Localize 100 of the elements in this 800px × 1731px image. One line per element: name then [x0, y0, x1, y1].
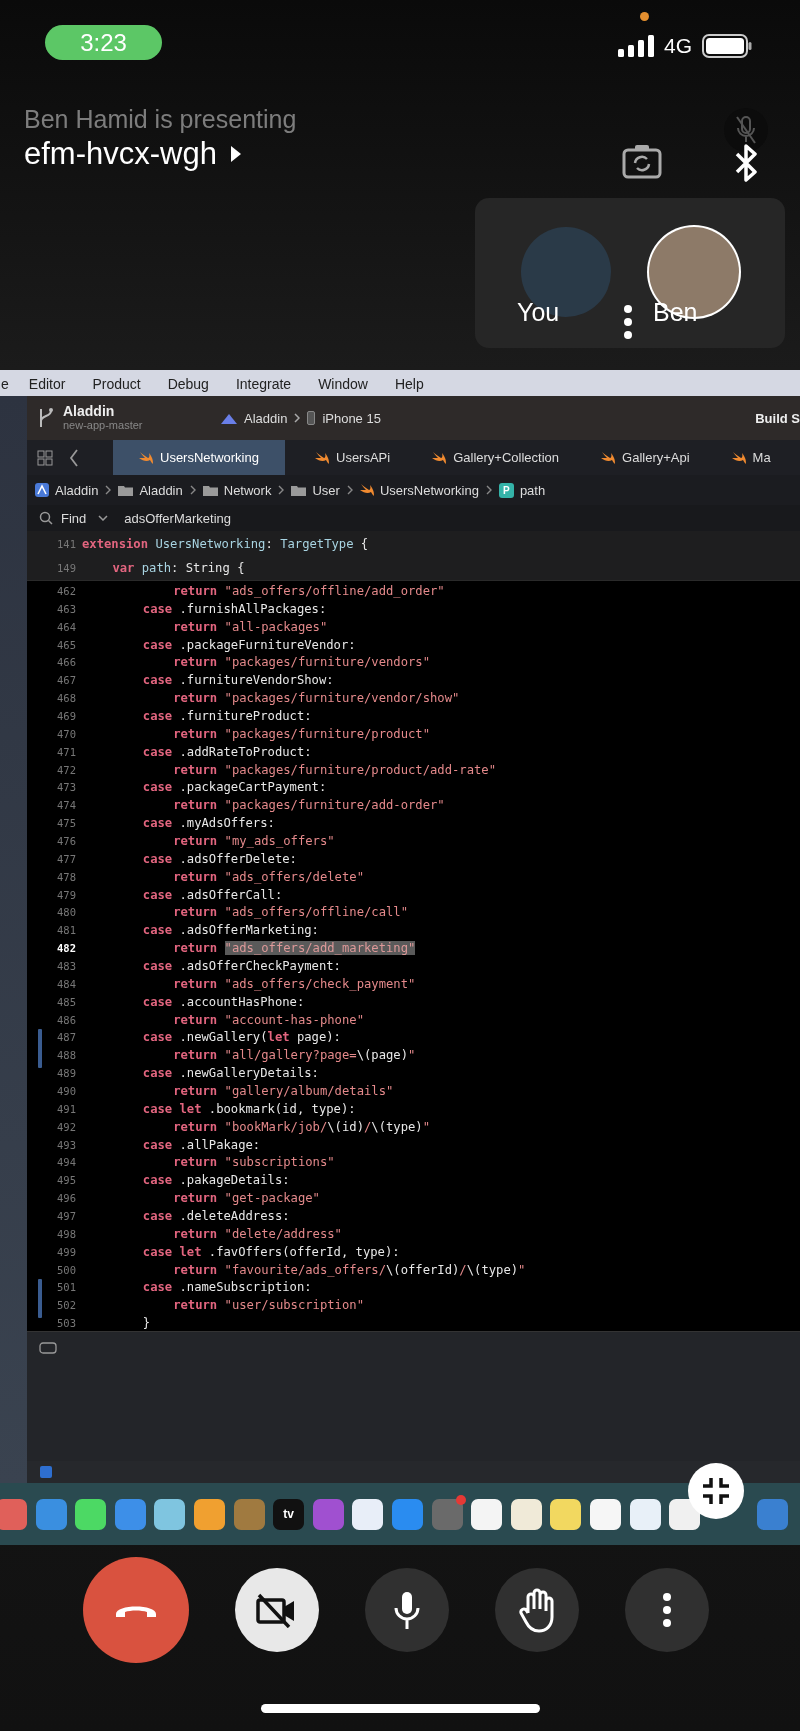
line-number: 492 [56, 1120, 77, 1133]
editor-tab[interactable]: UsersNetworking [113, 440, 285, 475]
code-line: case .newGallery(let page): [142, 1030, 341, 1045]
breadcrumb-item[interactable]: Aladdin [55, 482, 99, 498]
line-number: 473 [56, 781, 77, 794]
line-number: 475 [56, 817, 77, 830]
project-icon [35, 483, 49, 497]
breadcrumb-item[interactable]: path [519, 482, 546, 498]
line-number: 483 [56, 959, 77, 972]
code-line: case .packageCartPayment: [142, 780, 327, 795]
line-number: 482 [56, 942, 77, 955]
menu-item[interactable]: Help [394, 375, 424, 392]
presenter-status: Ben Hamid is presenting [24, 105, 298, 134]
swift-file-icon [359, 484, 374, 496]
back-chevron-icon[interactable] [69, 448, 79, 467]
menu-item[interactable]: Integrate [235, 375, 292, 392]
line-number: 149 [56, 562, 77, 574]
meeting-code[interactable]: efm-hvcx-wgh [24, 136, 217, 172]
code-line: return "all/gallery?page=\(page)" [173, 1048, 416, 1063]
breadcrumb-item[interactable]: Network [223, 482, 272, 498]
line-number: 468 [56, 692, 77, 705]
app-icon[interactable] [352, 1498, 384, 1530]
line-number: 480 [56, 906, 77, 919]
editor-tab[interactable]: Ma [715, 440, 787, 475]
code-line: return "packages/furniture/add-order" [173, 798, 445, 813]
battery-icon [702, 34, 752, 58]
code-line: case .adsOfferCall: [142, 887, 283, 902]
line-number: 462 [56, 584, 77, 597]
menu-item[interactable]: e [1, 375, 9, 392]
code-line: case .adsOfferCheckPayment: [142, 958, 341, 973]
app-icon[interactable] [154, 1498, 186, 1530]
code-line: var path: String { [112, 561, 245, 575]
menu-item[interactable]: Debug [167, 375, 209, 392]
app-icon[interactable] [471, 1498, 503, 1530]
line-number: 500 [56, 1263, 77, 1276]
editor-tab[interactable]: Gallery+Collection [416, 440, 576, 475]
expand-arrow-icon[interactable] [230, 146, 241, 162]
code-line: } [142, 1316, 151, 1331]
line-number: 493 [56, 1138, 77, 1151]
editor-tab[interactable]: UsersAPi [299, 440, 407, 475]
code-line: return "bookMark/job/\(id)/\(type)" [173, 1119, 431, 1134]
menu-item[interactable]: Window [318, 375, 368, 392]
line-number: 471 [56, 745, 77, 758]
swift-file-icon [139, 451, 153, 464]
grid-icon[interactable] [37, 449, 53, 466]
code-line: case .packageFurnitureVendor: [142, 637, 356, 652]
line-number: 466 [56, 656, 77, 669]
line-number: 503 [56, 1317, 77, 1330]
bluetooth-icon[interactable] [733, 144, 759, 182]
app-icon[interactable] [75, 1498, 107, 1530]
line-number: 490 [56, 1085, 77, 1097]
app-icon[interactable] [550, 1498, 582, 1530]
app-icon[interactable]: tv [273, 1498, 305, 1530]
find-mode-dropdown[interactable]: Find [61, 510, 87, 526]
branch-name: new-app-master [63, 418, 144, 432]
code-line: case .furnitureVendorShow: [142, 673, 334, 688]
line-number: 463 [56, 602, 77, 615]
breadcrumb-item[interactable]: User [312, 482, 340, 498]
code-line: case .myAdsOffers: [142, 816, 275, 831]
camera-switch-icon[interactable] [622, 143, 662, 179]
code-line: return "gallery/album/details" [173, 1084, 394, 1098]
code-line: return "favourite/ads_offers/\(offerId)/\(type)" [173, 1262, 526, 1277]
line-number: 469 [56, 709, 77, 722]
line-number: 474 [56, 799, 77, 812]
code-line: return "packages/furniture/product" [173, 726, 430, 741]
app-icon[interactable] [193, 1498, 225, 1530]
code-line: case .furnitureProduct: [142, 708, 312, 723]
run-destination[interactable]: iPhone 15 [322, 410, 381, 426]
app-icon[interactable] [589, 1498, 621, 1530]
code-line: return "ads_offers/add_marketing" [173, 941, 416, 956]
line-number: 141 [56, 538, 77, 550]
code-line: case let .bookmark(id, type): [142, 1101, 356, 1116]
line-number: 488 [56, 1049, 77, 1062]
app-icon[interactable] [629, 1498, 661, 1530]
mic-off-glyph-icon [736, 116, 756, 144]
breadcrumb-item[interactable]: Aladdin [139, 482, 183, 498]
breadcrumb-item[interactable]: UsersNetworking [379, 482, 479, 498]
code-line: return "delete/address" [173, 1226, 342, 1241]
code-line: case .newGalleryDetails: [142, 1066, 319, 1081]
more-options-icon[interactable] [623, 304, 633, 340]
code-line: case .addRateToProduct: [142, 744, 312, 759]
panel-icon[interactable] [39, 1465, 53, 1479]
swift-file-icon [315, 451, 329, 464]
code-line: return "my_ads_offers" [173, 833, 335, 848]
code-line: case .deleteAddress: [142, 1209, 290, 1223]
search-icon [39, 511, 53, 525]
chevron-icon [105, 485, 112, 495]
find-field[interactable]: adsOfferMarketing [116, 510, 325, 526]
line-number: 491 [56, 1102, 77, 1115]
editor-tab[interactable]: Gallery+Api [585, 440, 706, 475]
menu-item[interactable]: Editor [28, 375, 66, 392]
line-number: 501 [56, 1281, 77, 1294]
menu-item[interactable]: Product [92, 375, 141, 392]
swift-file-icon [731, 451, 746, 464]
scheme-target[interactable]: Aladdin [244, 410, 288, 426]
dropdown-chevron-icon[interactable] [98, 515, 109, 521]
network-type: 4G [664, 34, 692, 58]
code-line: case .allPakage: [142, 1137, 261, 1152]
app-icon[interactable] [510, 1498, 542, 1530]
line-number: 472 [56, 763, 77, 776]
